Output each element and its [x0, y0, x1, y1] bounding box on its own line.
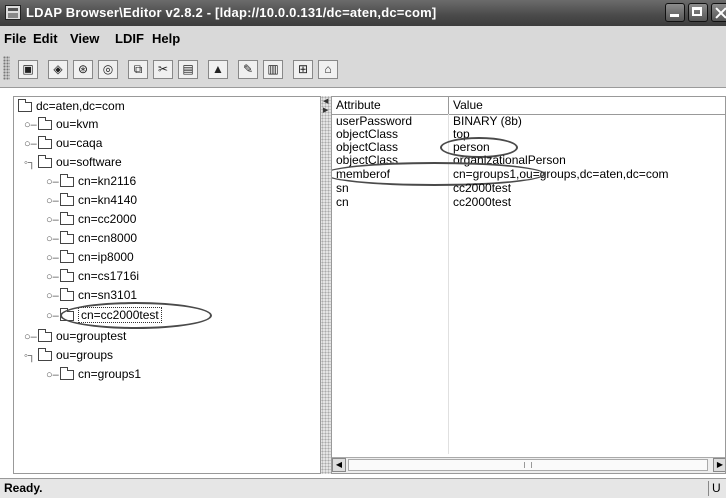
status-indicator: U: [712, 481, 721, 495]
paste-icon[interactable]: ▤: [178, 60, 198, 79]
tree-node[interactable]: ○– cn=kn4140: [46, 191, 137, 209]
attribute-cell: sn: [336, 181, 349, 195]
table-row[interactable]: sn cc2000test: [332, 181, 725, 195]
menu-edit[interactable]: Edit: [33, 31, 58, 46]
column-header-value[interactable]: Value: [453, 98, 483, 112]
tree-node[interactable]: ○– ou=caqa: [24, 134, 102, 152]
tree-node[interactable]: ○– ou=grouptest: [24, 327, 126, 345]
copy-icon[interactable]: ⧉: [128, 60, 148, 79]
collapsed-handle-icon[interactable]: ○–: [46, 192, 60, 210]
table-row[interactable]: cn cc2000test: [332, 195, 725, 209]
collapsed-handle-icon[interactable]: ○–: [24, 328, 38, 346]
up-icon[interactable]: ▲: [208, 60, 228, 79]
folder-icon: [60, 173, 74, 187]
tree-node[interactable]: ○– cn=cn8000: [46, 229, 137, 247]
menu-help[interactable]: Help: [152, 31, 180, 46]
collapsed-handle-icon[interactable]: ○–: [46, 230, 60, 248]
table-header: Attribute Value: [332, 97, 725, 115]
folder-icon: [60, 287, 74, 301]
folder-icon: [38, 328, 52, 342]
value-cell: cc2000test: [453, 195, 512, 209]
window-title: LDAP Browser\Editor v2.8.2 - [ldap://10.…: [26, 5, 437, 20]
folder-icon: [60, 249, 74, 263]
attribute-table[interactable]: Attribute Value userPassword BINARY (8b)…: [331, 96, 726, 474]
menu-view[interactable]: View: [70, 31, 99, 46]
folder-icon: [38, 116, 52, 130]
value-cell: cc2000test: [453, 181, 512, 195]
edit-icon[interactable]: ✎: [238, 60, 258, 79]
directory-tree[interactable]: dc=aten,dc=com ○– ou=kvm ○– ou=caqa ◦┐ ou=s…: [13, 96, 321, 474]
tree-node[interactable]: ◦┐ ou=groups: [24, 346, 113, 364]
title-bar[interactable]: LDAP Browser\Editor v2.8.2 - [ldap://10.…: [0, 0, 726, 26]
folder-icon: [60, 230, 74, 244]
folder-icon: [60, 192, 74, 206]
search-icon[interactable]: ◎: [98, 60, 118, 79]
refresh-icon[interactable]: ⊛: [73, 60, 93, 79]
collapsed-handle-icon[interactable]: ○–: [46, 249, 60, 267]
home-icon[interactable]: ⌂: [318, 60, 338, 79]
tree-node[interactable]: ○– cn=cs1716i: [46, 267, 139, 285]
scroll-right-icon[interactable]: ▶: [713, 458, 725, 472]
collapsed-handle-icon[interactable]: ○–: [24, 116, 38, 134]
cut-icon[interactable]: ✂: [153, 60, 173, 79]
minimize-button[interactable]: [665, 3, 685, 22]
tree-node[interactable]: ○– cn=kn2116: [46, 172, 136, 190]
collapsed-handle-icon[interactable]: ○–: [46, 211, 60, 229]
menu-file[interactable]: File: [4, 31, 26, 46]
collapse-left-icon[interactable]: ◀: [323, 98, 328, 105]
scroll-left-icon[interactable]: ◀: [332, 458, 346, 472]
folder-icon: [38, 347, 52, 361]
tree-node[interactable]: ○– cn=cc2000: [46, 210, 136, 228]
menu-ldif[interactable]: LDIF: [115, 31, 144, 46]
connect-icon[interactable]: ▣: [18, 60, 38, 79]
status-text: Ready.: [4, 481, 43, 495]
collapsed-handle-icon[interactable]: ○–: [24, 135, 38, 153]
folder-icon: [60, 366, 74, 380]
pane-splitter[interactable]: ◀ ▶: [321, 96, 331, 474]
collapsed-handle-icon[interactable]: ○–: [46, 366, 60, 384]
menu-bar: File Edit View LDIF Help: [0, 26, 726, 51]
attribute-cell: cn: [336, 195, 349, 209]
tree-node[interactable]: ◦┐ ou=software: [24, 153, 122, 171]
collapsed-handle-icon[interactable]: ○–: [46, 173, 60, 191]
folder-icon: [38, 135, 52, 149]
tree-node[interactable]: ○– ou=kvm: [24, 115, 98, 133]
collapse-right-icon[interactable]: ▶: [323, 107, 328, 114]
toolbar: ▣ ◈ ⊛ ◎ ⧉ ✂ ▤ ▲ ✎ ▥ ⊞ ⌂: [0, 50, 726, 88]
delete-icon[interactable]: ▥: [263, 60, 283, 79]
collapsed-handle-icon[interactable]: ○–: [46, 268, 60, 286]
status-divider: [708, 481, 709, 496]
folder-icon: [18, 98, 32, 112]
tree-node[interactable]: ○– cn=ip8000: [46, 248, 134, 266]
folder-icon: [60, 268, 74, 282]
toolbar-grip[interactable]: [3, 56, 10, 80]
tree-root[interactable]: dc=aten,dc=com: [18, 97, 125, 115]
status-bar: Ready. U: [0, 478, 726, 498]
close-button[interactable]: [711, 3, 726, 22]
reconnect-icon[interactable]: ◈: [48, 60, 68, 79]
maximize-button[interactable]: [688, 3, 708, 22]
highlight-ellipse: [60, 302, 212, 329]
scrollbar-thumb[interactable]: [348, 459, 708, 471]
expanded-handle-icon[interactable]: ◦┐: [24, 154, 38, 172]
expanded-handle-icon[interactable]: ◦┐: [24, 347, 38, 365]
tree-node[interactable]: ○– cn=groups1: [46, 365, 141, 383]
folder-icon: [38, 154, 52, 168]
tree-icon[interactable]: ⊞: [293, 60, 313, 79]
horizontal-scrollbar[interactable]: ◀ ▶: [332, 457, 725, 473]
column-header-attribute[interactable]: Attribute: [336, 98, 381, 112]
folder-icon: [60, 211, 74, 225]
collapsed-handle-icon[interactable]: ○–: [46, 307, 60, 325]
column-divider[interactable]: [448, 97, 449, 114]
scroll-grip-icon: [524, 462, 532, 468]
collapsed-handle-icon[interactable]: ○–: [46, 287, 60, 305]
app-icon: [5, 5, 21, 20]
